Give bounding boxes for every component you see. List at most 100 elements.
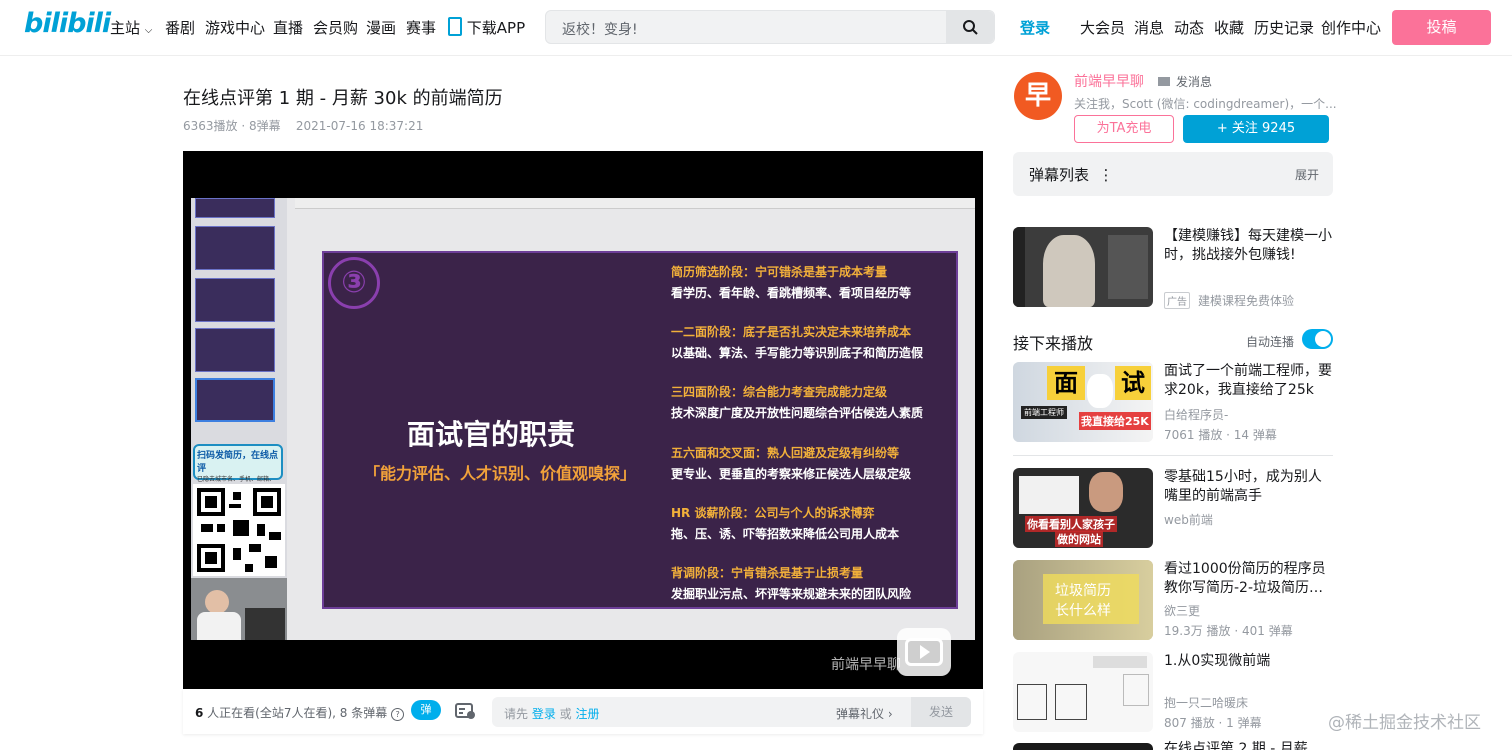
next-up-title: 接下来播放 <box>1013 334 1094 353</box>
nav-manga[interactable]: 漫画 <box>366 17 396 38</box>
rec-thumb-sub: 做的网站 <box>1055 531 1103 547</box>
nav-live[interactable]: 直播 <box>273 17 303 38</box>
danmaku-register-link[interactable]: 注册 <box>575 707 599 721</box>
danmaku-toggle[interactable]: 弹 <box>411 700 441 720</box>
bilibili-tv-icon <box>897 628 951 676</box>
login-link[interactable]: 登录 <box>1020 17 1050 38</box>
qr-banner: 扫码发简历，在线点评 已隐去城市名、手机、邮箱、公司 <box>193 444 283 492</box>
slide-thumbnail <box>195 328 275 372</box>
chevron-down-icon: ⌵ <box>144 25 153 36</box>
nav-vip[interactable]: 大会员 <box>1080 17 1125 38</box>
nav-download-app[interactable]: 下载APP <box>448 17 525 38</box>
ad-thumbnail[interactable] <box>1013 227 1153 307</box>
danmaku-send-button[interactable]: 发送 <box>911 697 971 727</box>
slide-thumbnail <box>195 226 275 270</box>
danmaku-settings-icon[interactable] <box>455 702 477 720</box>
rec-thumbnail[interactable]: 垃圾简历 长什么样 <box>1013 560 1153 640</box>
rec-title[interactable]: 面试了一个前端工程师，要求20k，我直接给了25k <box>1164 362 1334 400</box>
nav-messages[interactable]: 消息 <box>1134 17 1164 38</box>
danmaku-etiquette-link[interactable]: 弹幕礼仪 › <box>836 705 893 722</box>
danmaku-list-header[interactable]: 弹幕列表 ⋮ 展开 <box>1013 152 1333 196</box>
phone-icon <box>448 17 462 36</box>
slide-heading: 面试官的职责 <box>407 418 576 451</box>
viewer-count: 6 人正在看(全站7人在看), 8 条弹幕 ? <box>195 704 405 721</box>
upload-button[interactable]: 投稿 <box>1392 10 1491 45</box>
nav-esports[interactable]: 赛事 <box>406 17 436 38</box>
rec-thumbnail[interactable] <box>1013 743 1153 750</box>
rec-title[interactable]: 在线点评第 2 期 - 月薪 150 <box>1164 740 1334 750</box>
rec-thumb-text: 面 <box>1047 366 1085 400</box>
qr-code <box>193 484 285 576</box>
rec-stats: 19.3万 播放 · 401 弹幕 <box>1164 624 1293 638</box>
qr-code-image <box>197 488 281 572</box>
danmaku-input[interactable]: 请先 登录 或 注册 弹幕礼仪 › 发送 <box>492 697 971 727</box>
nav-dynamics[interactable]: 动态 <box>1174 17 1204 38</box>
slide-thumbnails: 扫码发简历，在线点评 已隐去城市名、手机、邮箱、公司 <box>191 198 287 640</box>
nav-anime[interactable]: 番剧 <box>165 17 195 38</box>
ad-tag: 广告 <box>1164 292 1190 309</box>
nav-main[interactable]: 主站 ⌵ <box>110 17 152 38</box>
slide-line-body: 拖、压、诱、吓等招数来降低公司用人成本 <box>671 527 900 541</box>
rec-title[interactable]: 看过1000份简历的程序员教你写简历-2-垃圾简历… <box>1164 560 1334 598</box>
video-title: 在线点评第 1 期 - 月薪 30k 的前端简历 <box>183 88 503 109</box>
slide-number: ③ <box>328 257 380 309</box>
slide-line-body: 以基础、算法、手写能力等识别底子和简历造假 <box>671 346 924 360</box>
rec-thumbnail[interactable]: 你看看别人家孩子 做的网站 <box>1013 468 1153 548</box>
search-button[interactable] <box>946 11 994 43</box>
nav-history[interactable]: 历史记录 <box>1254 17 1314 38</box>
rec-up-name[interactable]: web前端 <box>1164 511 1213 528</box>
rec-up-name[interactable]: 欲三更 <box>1164 602 1200 619</box>
ad-subtitle[interactable]: 建模课程免费体验 <box>1198 292 1294 309</box>
info-icon: ? <box>391 708 405 721</box>
ruler <box>295 198 975 209</box>
up-avatar[interactable]: 早 <box>1014 72 1062 120</box>
autoplay-switch[interactable] <box>1302 329 1333 349</box>
nav-creator-center[interactable]: 创作中心 <box>1321 17 1381 38</box>
rec-thumbnail[interactable] <box>1013 652 1153 732</box>
video-frame: 扫码发简历，在线点评 已隐去城市名、手机、邮箱、公司 <box>191 198 975 676</box>
send-message-link[interactable]: 发消息 <box>1158 73 1212 90</box>
rec-up-name[interactable]: 白给程序员- <box>1164 406 1228 423</box>
video-player[interactable]: 扫码发简历，在线点评 已隐去城市名、手机、邮箱、公司 <box>183 151 983 689</box>
up-description: 关注我，Scott (微信: codingdreamer)，一个... <box>1074 97 1337 111</box>
nav-mall[interactable]: 会员购 <box>313 17 358 38</box>
slide-line-body: 发掘职业污点、坏评等来规避未来的团队风险 <box>671 587 912 601</box>
slide-line-title: 三四面阶段：综合能力考查完成能力定级 <box>671 385 888 399</box>
slide-line-body: 更专业、更垂直的考察来修正候选人层级定级 <box>671 467 912 481</box>
qr-banner-title: 扫码发简历，在线点评 <box>197 451 279 474</box>
rec-thumb-sub: 我直接给25K <box>1079 412 1151 430</box>
mail-icon <box>1158 77 1170 86</box>
slide-line-title: 一二面阶段：底子是否扎实决定未来培养成本 <box>671 325 912 339</box>
danmaku-login-link[interactable]: 登录 <box>532 707 556 721</box>
top-header: bilibili 主站 ⌵ 番剧 游戏中心 直播 会员购 漫画 赛事 下载APP… <box>0 0 1512 56</box>
presentation-slide: ③ 面试官的职责 「能力评估、人才识别、价值观嗅探」 简历筛选阶段：宁可错杀是基… <box>322 251 958 609</box>
rec-divider <box>1013 455 1333 456</box>
bilibili-logo[interactable]: bilibili <box>24 8 111 39</box>
charge-button[interactable]: 为TA充电 <box>1074 115 1174 143</box>
slide-line-title: 背调阶段：宁肯错杀是基于止损考量 <box>671 566 864 580</box>
danmaku-bar: 6 人正在看(全站7人在看), 8 条弹幕 ? 弹 请先 登录 或 注册 弹幕礼… <box>183 689 983 734</box>
slide-thumbnail <box>195 198 275 218</box>
slide-line-body: 看学历、看年龄、看跳槽频率、看项目经历等 <box>671 286 912 300</box>
slide-line-title: HR 谈薪阶段：公司与个人的诉求博弈 <box>671 506 875 520</box>
rec-stats: 7061 播放 · 14 弹幕 <box>1164 428 1277 442</box>
search-placeholder: 返校！变身! <box>562 22 638 38</box>
video-meta: 6363播放 · 8弹幕 2021-07-16 18:37:21 <box>183 117 423 134</box>
search-icon <box>963 20 978 35</box>
slide-line-title: 五六面和交叉面：熟人回避及定级有纠纷等 <box>671 446 900 460</box>
search-bar[interactable]: 返校！变身! <box>545 10 995 44</box>
slide-line-body: 技术深度广度及开放性问题综合评估候选人素质 <box>671 406 924 420</box>
danmaku-list-expand[interactable]: 展开 <box>1295 166 1319 183</box>
follow-button[interactable]: + 关注 9245 <box>1183 115 1329 143</box>
rec-thumbnail[interactable]: 面 试 前端工程师 我直接给25K <box>1013 362 1153 442</box>
rec-up-name[interactable]: 抱一只二哈暖床 <box>1164 694 1248 711</box>
slide-watermark: 前端早早聊 <box>831 657 901 673</box>
nav-favorites[interactable]: 收藏 <box>1214 17 1244 38</box>
up-name[interactable]: 前端早早聊 <box>1074 71 1144 91</box>
rec-title[interactable]: 1.从0实现微前端 <box>1164 652 1334 671</box>
ad-title[interactable]: 【建模赚钱】每天建模一小时，挑战接外包赚钱! <box>1164 227 1334 265</box>
rec-thumb-sub: 长什么样 <box>1055 603 1111 619</box>
rec-title[interactable]: 零基础15小时，成为别人嘴里的前端高手 <box>1164 468 1334 506</box>
danmaku-login-prompt: 请先 登录 或 注册 <box>504 707 600 721</box>
nav-game-center[interactable]: 游戏中心 <box>205 17 265 38</box>
